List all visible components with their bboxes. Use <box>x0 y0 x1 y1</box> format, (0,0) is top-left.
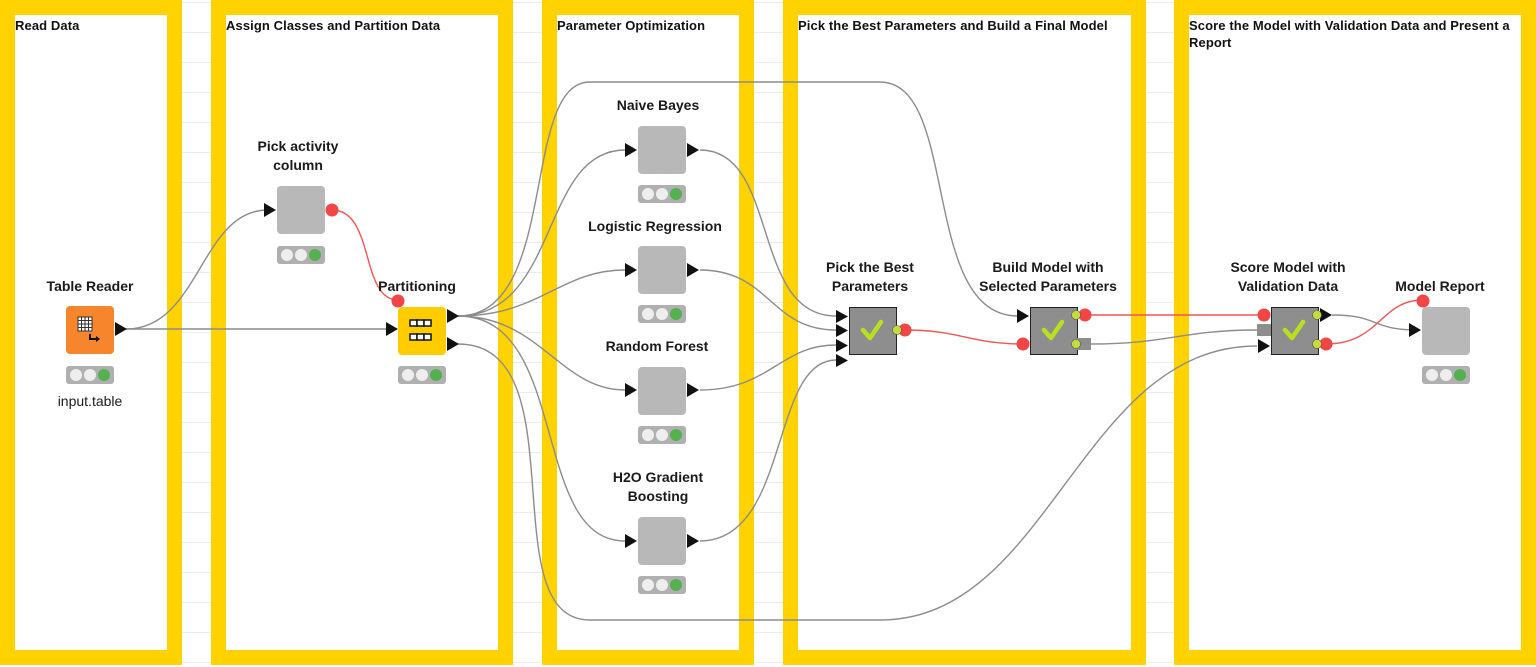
input-port-icon[interactable] <box>836 310 848 323</box>
wire-partition-to-build-model[interactable] <box>457 81 1019 317</box>
model-port-icon[interactable] <box>1071 337 1093 351</box>
flow-variable-port-icon[interactable] <box>1071 308 1093 322</box>
node-status-traffic-light <box>638 426 686 444</box>
output-port-icon[interactable] <box>447 309 459 323</box>
node-label-pick-best: Pick the Best Parameters <box>826 259 914 294</box>
input-port-icon[interactable] <box>1258 339 1270 353</box>
flow-variable-port-icon[interactable] <box>1416 294 1430 308</box>
node-label-h2o-gradient-boosting: H2O Gradient Boosting <box>612 469 704 504</box>
wire-score-to-report[interactable] <box>1331 314 1419 331</box>
node-random-forest[interactable] <box>638 367 686 415</box>
node-label-partitioning: Partitioning <box>378 278 456 294</box>
wire-build-to-score[interactable] <box>1089 329 1259 345</box>
input-port-icon[interactable] <box>1017 309 1029 323</box>
node-label-random-forest: Random Forest <box>605 338 709 354</box>
input-port-icon[interactable] <box>625 383 637 397</box>
wire-reader-to-pick-activity[interactable] <box>125 209 269 330</box>
node-label-score-model: Score Model with Validation Data <box>1230 259 1346 294</box>
input-port-icon[interactable] <box>264 203 276 217</box>
output-port-icon[interactable] <box>687 383 699 397</box>
node-annotation-table-reader: input.table <box>57 393 123 409</box>
flow-variable-port-icon[interactable] <box>891 323 913 337</box>
node-partitioning[interactable] <box>398 307 446 355</box>
output-port-icon[interactable] <box>687 263 699 277</box>
output-port-icon[interactable] <box>447 337 459 351</box>
flow-variable-port-icon[interactable] <box>1016 337 1030 351</box>
input-port-icon[interactable] <box>386 322 398 336</box>
check-icon <box>860 319 884 341</box>
node-label-pick-activity: Pick activity column <box>257 138 339 173</box>
node-status-traffic-light <box>277 246 325 264</box>
input-port-icon[interactable] <box>836 324 848 337</box>
output-port-icon[interactable] <box>115 322 127 336</box>
check-icon <box>1041 319 1065 341</box>
node-status-traffic-light <box>638 305 686 323</box>
node-pick-best-parameters[interactable] <box>849 307 897 355</box>
output-port-icon[interactable] <box>687 534 699 548</box>
input-port-icon[interactable] <box>836 354 848 367</box>
node-pick-activity-column[interactable] <box>277 186 325 234</box>
node-status-traffic-light <box>398 366 446 384</box>
node-table-reader[interactable] <box>66 306 114 354</box>
node-label-model-report: Model Report <box>1395 278 1485 294</box>
output-port-icon[interactable] <box>1312 308 1334 322</box>
node-label-build-model: Build Model with Selected Parameters <box>979 259 1117 294</box>
wire-partition-to-logistic[interactable] <box>457 269 626 317</box>
check-icon <box>1282 319 1306 341</box>
wire-partition-test-to-score[interactable] <box>457 343 1258 621</box>
partition-icon <box>409 319 432 341</box>
wire-h2o-to-pick-best[interactable] <box>699 359 837 542</box>
node-status-traffic-light <box>638 185 686 203</box>
node-status-traffic-light <box>66 366 114 384</box>
node-label-table-reader: Table Reader <box>46 278 134 294</box>
output-port-icon[interactable] <box>687 143 699 157</box>
node-status-traffic-light <box>638 576 686 594</box>
model-port-icon[interactable] <box>1257 324 1271 336</box>
flow-variable-port-icon[interactable] <box>1257 308 1271 322</box>
wire-partition-to-random-forest[interactable] <box>457 315 626 391</box>
input-port-icon[interactable] <box>1409 323 1421 337</box>
node-logistic-regression[interactable] <box>638 246 686 294</box>
node-naive-bayes[interactable] <box>638 126 686 174</box>
table-reader-icon <box>77 316 100 342</box>
flowvar-pick-best-to-build[interactable] <box>904 329 1024 345</box>
node-status-traffic-light <box>1422 366 1470 384</box>
flow-variable-port-icon[interactable] <box>325 203 339 217</box>
flow-variable-port-icon[interactable] <box>1312 337 1334 351</box>
node-label-logistic-regression: Logistic Regression <box>588 218 722 234</box>
node-model-report[interactable] <box>1422 307 1470 355</box>
node-h2o-gradient-boosting[interactable] <box>638 517 686 565</box>
input-port-icon[interactable] <box>625 143 637 157</box>
node-label-naive-bayes: Naive Bayes <box>616 97 700 113</box>
input-port-icon[interactable] <box>625 534 637 548</box>
flow-variable-port-icon[interactable] <box>391 294 405 308</box>
input-port-icon[interactable] <box>836 339 848 352</box>
input-port-icon[interactable] <box>625 263 637 277</box>
